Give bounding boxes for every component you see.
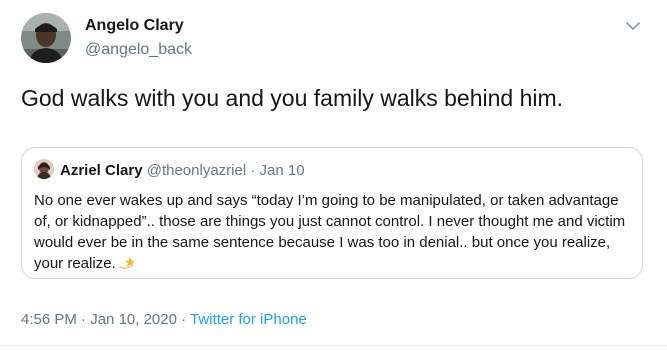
author-name[interactable]: Angelo Clary [85, 17, 184, 35]
chevron-down-icon[interactable] [624, 19, 642, 33]
tweet-text: God walks with you and you family walks … [21, 85, 564, 111]
tweet-meta: 4:56 PM · Jan 10, 2020 · Twitter for iPh… [21, 311, 307, 328]
divider [0, 345, 667, 346]
quoted-author-name: Azriel Clary [60, 162, 143, 179]
tweet-date[interactable]: Jan 10, 2020 [90, 311, 177, 328]
quoted-date: Jan 10 [259, 162, 305, 179]
quoted-tweet-header: Azriel Clary @theonlyazriel · Jan 10 [60, 162, 305, 180]
quoted-tweet[interactable]: Azriel Clary @theonlyazriel · Jan 10 No … [21, 147, 643, 279]
meta-separator-2: · [181, 311, 187, 328]
meta-separator: · [81, 311, 87, 328]
quoted-tweet-body: No one ever wakes up and says “today I’m… [34, 190, 634, 274]
author-handle[interactable]: @angelo_back [85, 41, 192, 59]
quoted-separator: · [250, 162, 256, 179]
tweet-source-link[interactable]: Twitter for iPhone [190, 311, 307, 328]
quoted-author-avatar [34, 159, 54, 179]
tweet-time[interactable]: 4:56 PM [21, 311, 77, 328]
tweet-card: Angelo Clary @angelo_back God walks with… [0, 0, 667, 351]
author-avatar[interactable] [21, 13, 71, 63]
quoted-author-handle: @theonlyazriel [146, 162, 247, 179]
dizzy-star-icon [119, 255, 137, 271]
